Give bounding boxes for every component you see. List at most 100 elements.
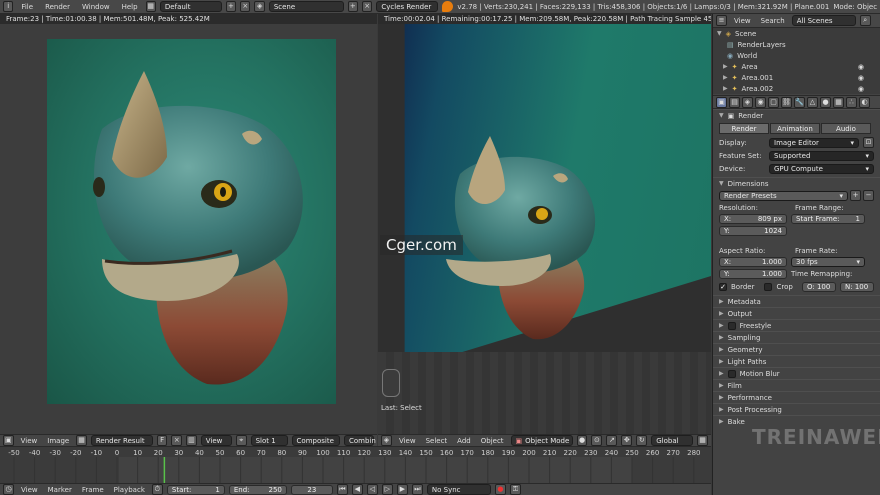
motion-blur-panel-header[interactable]: ▶ Motion Blur [713, 367, 880, 379]
remap-new-field[interactable]: N: 100 [840, 281, 874, 292]
lock-interface-icon[interactable]: ⊡ [863, 137, 874, 148]
motion-blur-checkbox[interactable] [727, 369, 736, 378]
rotate-icon[interactable]: ↻ [636, 435, 648, 446]
translate-icon[interactable]: ✥ [621, 435, 633, 446]
outliner-search-menu[interactable]: Search [758, 17, 788, 25]
geometry-panel-header[interactable]: ▶ Geometry [713, 343, 880, 355]
pivot-point-icon[interactable]: ⊙ [591, 435, 603, 446]
data-tab-icon[interactable]: △ [807, 96, 818, 108]
scene-tab-icon[interactable]: ◈ [742, 96, 753, 108]
outliner-item-world[interactable]: ◉ World [713, 50, 880, 61]
render-presets-select[interactable]: Render Presets ▾ [719, 190, 848, 201]
3d-viewport[interactable]: Time:00:02.04 | Remaining:00:17.25 | Mem… [378, 14, 711, 434]
delete-scene-icon[interactable]: × [362, 1, 373, 12]
device-select[interactable]: GPU Compute ▾ [769, 163, 874, 174]
border-checkbox[interactable] [719, 282, 727, 291]
scene-select[interactable]: Scene [268, 1, 344, 12]
pass-select[interactable]: Composite [291, 435, 340, 446]
modifiers-tab-icon[interactable]: 🔧 [794, 96, 805, 108]
timeline-type-icon[interactable]: ◷ [3, 484, 14, 495]
physics-tab-icon[interactable]: ◐ [859, 96, 870, 108]
jump-end-icon[interactable]: ⏭ [411, 484, 423, 495]
render-layers-tab-icon[interactable]: ▤ [729, 96, 740, 108]
jump-start-icon[interactable]: ⏮ [336, 484, 348, 495]
render-engine-select[interactable]: Cycles Render [376, 1, 439, 12]
outliner-view-menu[interactable]: View [731, 17, 754, 25]
interaction-mode-select[interactable]: ▣ Object Mode [510, 435, 573, 446]
transform-orientation-select[interactable]: Global [651, 435, 694, 446]
resolution-x-field[interactable]: X: 809 px [719, 214, 787, 224]
layers-icon[interactable]: ▦ [697, 435, 708, 446]
pin-icon[interactable]: ⌖ [235, 435, 247, 446]
layout-grid-icon[interactable]: ▦ [145, 1, 156, 12]
3d-select-menu[interactable]: Select [423, 437, 451, 445]
screen-layout-select[interactable]: Default [159, 1, 222, 12]
outliner-filter-select[interactable]: All Scenes [791, 15, 856, 26]
dimensions-panel-header[interactable]: ▼ Dimensions [713, 177, 880, 189]
film-panel-header[interactable]: ▶ Film [713, 379, 880, 391]
constraints-tab-icon[interactable]: ⛓ [781, 96, 792, 108]
output-panel-header[interactable]: ▶ Output [713, 307, 880, 319]
render-tab-camera-icon[interactable]: ▣ [716, 96, 727, 108]
outliner-item-area-002[interactable]: ▶ ✦ Area.002 ◉ [713, 83, 880, 94]
editor-type-icon[interactable]: i [3, 1, 14, 12]
metadata-panel-header[interactable]: ▶ Metadata [713, 295, 880, 307]
timeline-marker-menu[interactable]: Marker [45, 486, 75, 494]
timeline[interactable]: -50 -40 -30 -20 -10 0 10 20 30 40 50 60 70 80 90 100 110… [0, 446, 711, 483]
remap-old-field[interactable]: O: 100 [802, 281, 836, 292]
add-layout-icon[interactable]: + [225, 1, 237, 12]
prev-keyframe-icon[interactable]: ◀ [351, 484, 363, 495]
image-editor[interactable]: Frame:23 | Time:01:00.38 | Mem:501.48M, … [0, 14, 377, 434]
outliner-item-renderlayers[interactable]: ▤ RenderLayers [713, 39, 880, 50]
visibility-eye-icon[interactable]: ◉ [858, 74, 864, 82]
menu-render[interactable]: Render [41, 3, 74, 11]
end-field[interactable]: End: 250 [228, 484, 287, 495]
add-preset-icon[interactable]: + [850, 190, 861, 201]
visibility-eye-icon[interactable]: ◉ [858, 85, 864, 93]
crop-checkbox[interactable] [764, 282, 773, 291]
resolution-y-field[interactable]: Y: 1024 [719, 226, 787, 236]
sync-mode-select[interactable]: No Sync [426, 484, 491, 495]
texture-tab-icon[interactable]: ▦ [833, 96, 844, 108]
animation-button[interactable]: Animation [770, 123, 820, 134]
menu-help[interactable]: Help [118, 3, 142, 11]
current-frame-field[interactable]: 23 [290, 484, 333, 495]
image-menu[interactable]: Image [44, 437, 72, 445]
visibility-eye-icon[interactable]: ◉ [858, 63, 864, 71]
next-keyframe-icon[interactable]: ▶ [396, 484, 408, 495]
menu-window[interactable]: Window [78, 3, 114, 11]
light-paths-panel-header[interactable]: ▶ Light Paths [713, 355, 880, 367]
timeline-frame-menu[interactable]: Frame [79, 486, 107, 494]
outliner-type-icon[interactable]: ≡ [716, 15, 727, 26]
performance-panel-header[interactable]: ▶ Performance [713, 391, 880, 403]
outliner-item-area-001[interactable]: ▶ ✦ Area.001 ◉ [713, 72, 880, 83]
view-mode-select[interactable]: View [200, 435, 232, 446]
outliner-search-icon[interactable]: ⌕ [859, 15, 871, 26]
feature-set-select[interactable]: Supported ▾ [769, 150, 874, 161]
manipulator-icon[interactable]: ↗ [606, 435, 618, 446]
scene-icon[interactable]: ◈ [254, 1, 265, 12]
play-icon[interactable]: ▷ [381, 484, 393, 495]
start-field[interactable]: Start: 1 [166, 484, 225, 495]
timeline-view-menu[interactable]: View [18, 486, 41, 494]
aspect-y-field[interactable]: Y: 1.000 [719, 269, 787, 279]
image-name-field[interactable]: Render Result [90, 435, 153, 446]
freestyle-checkbox[interactable] [727, 321, 736, 330]
delete-layout-icon[interactable]: × [240, 1, 251, 12]
properties-editor[interactable]: ≡ View Search All Scenes ⌕ ▼ ◈ Scene ▤ Rend… [712, 14, 880, 495]
start-frame-field[interactable]: Start Frame: 1 [791, 214, 865, 224]
3d-object-menu[interactable]: Object [478, 437, 507, 445]
image-editor-type-icon[interactable]: ▣ [3, 435, 14, 446]
keying-set-icon[interactable]: ⚿ [509, 484, 521, 495]
remove-preset-icon[interactable]: − [863, 190, 874, 201]
object-tab-icon[interactable]: ▢ [768, 96, 779, 108]
image-close-icon[interactable]: × [171, 435, 183, 446]
display-select[interactable]: Image Editor ▾ [769, 137, 859, 148]
3d-view-type-icon[interactable]: ◈ [381, 435, 392, 446]
audio-button[interactable]: Audio [821, 123, 871, 134]
3d-view-menu[interactable]: View [396, 437, 419, 445]
outliner-item-area[interactable]: ▶ ✦ Area ◉ [713, 61, 880, 72]
aspect-x-field[interactable]: X: 1.000 [719, 257, 787, 267]
fake-user-button[interactable]: F [156, 435, 168, 446]
particles-tab-icon[interactable]: ∴ [846, 96, 857, 108]
